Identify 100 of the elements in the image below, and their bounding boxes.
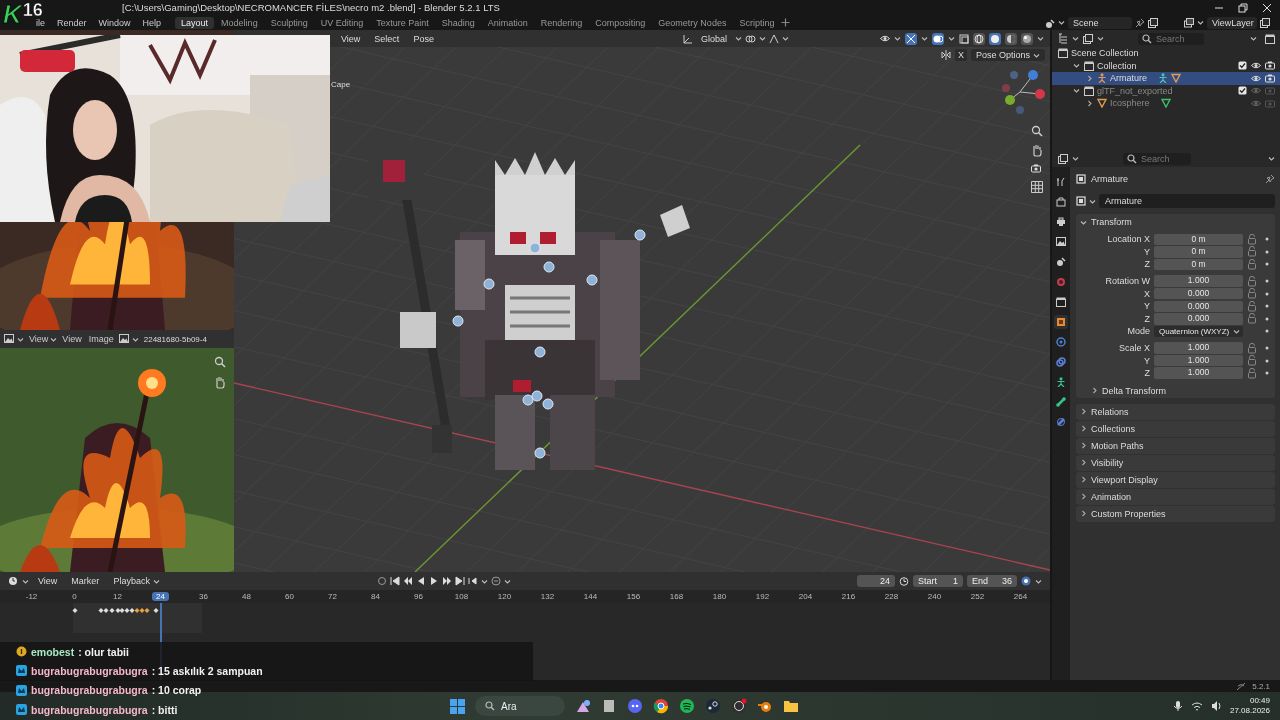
menu-item[interactable]: View [336, 33, 366, 44]
field-label: Y [1143, 355, 1150, 366]
frame-number: 72 [328, 592, 337, 601]
panel-header[interactable]: Motion Paths [1076, 437, 1275, 454]
logo-letter: K [3, 1, 22, 27]
chat-username: bugrabugrabugrabugra [31, 664, 148, 677]
number-field[interactable]: 0.000 [1154, 313, 1243, 325]
workspace-tab[interactable]: Rendering [534, 16, 589, 29]
orientation-dropdown[interactable]: Global [695, 33, 732, 44]
number-field[interactable]: 1.000 [1154, 342, 1243, 354]
search-field[interactable]: Ara [475, 696, 565, 716]
frame-number: 60 [285, 592, 294, 601]
number-field[interactable]: 0 m [1154, 233, 1243, 246]
mode-dropdown[interactable]: Quaternion (WXYZ) [1154, 325, 1243, 338]
field-label: Scale X [1117, 343, 1150, 354]
search-field[interactable]: Search [1138, 32, 1204, 45]
field-label: Start [918, 576, 937, 586]
menu-item[interactable]: View [60, 334, 84, 344]
end-field[interactable]: End 36 [967, 575, 1017, 587]
field-label: Y [1143, 301, 1150, 312]
view-dropdown[interactable]: View [27, 334, 51, 344]
frame-number: 180 [712, 592, 727, 601]
frame-number: 108 [454, 592, 469, 601]
field-label: End [972, 576, 988, 586]
tree-item[interactable]: Icosphere [1110, 98, 1150, 109]
clock-time: 00:49 [1249, 696, 1270, 706]
frame-number: 264 [1013, 592, 1028, 601]
workspace-tab[interactable]: Texture Paint [370, 16, 435, 29]
panel-header[interactable]: Custom Properties [1076, 505, 1275, 522]
menu-item[interactable]: Help [136, 17, 168, 28]
panel-header[interactable]: Relations [1076, 403, 1275, 420]
field-label: Location X [1106, 234, 1150, 245]
menu-item[interactable]: Render [51, 17, 93, 28]
tree-item[interactable]: Scene Collection [1071, 48, 1139, 59]
chat-username: bugrabugrabugrabugra [31, 684, 148, 697]
number-field[interactable]: 0 m [1154, 258, 1243, 271]
frame-number: 156 [626, 592, 641, 601]
menu-item[interactable]: Select [369, 33, 405, 44]
image-name[interactable]: 22481680-5b09-4 [143, 334, 207, 344]
menu-item[interactable]: ile [30, 17, 51, 28]
view-layer-field[interactable]: ViewLayer [1207, 16, 1257, 29]
menu-item[interactable]: Marker [66, 576, 105, 586]
workspace-tab[interactable]: Sculpting [264, 16, 314, 29]
frame-number: 96 [414, 592, 423, 601]
frame-number: 192 [755, 592, 770, 601]
field-label: Rotation W [1104, 276, 1150, 287]
number-field[interactable]: 0.000 [1154, 300, 1243, 312]
tree-item[interactable]: glTF_not_exported [1097, 85, 1173, 96]
number-field[interactable]: 0 m [1154, 246, 1243, 258]
field-label: Z [1143, 368, 1150, 379]
panel-header[interactable]: Visibility [1076, 454, 1275, 471]
menu-item[interactable]: View [33, 576, 63, 586]
frame-number: 228 [884, 592, 899, 601]
frame-number: 12 [113, 592, 122, 601]
field-label: Z [1143, 259, 1150, 270]
playback-dropdown[interactable]: Playback [108, 576, 165, 586]
object-label: Cape [331, 80, 351, 89]
frame-field[interactable]: 24 [857, 575, 895, 587]
field-value: 1 [953, 576, 958, 586]
current-frame-marker[interactable]: 24 [152, 592, 169, 601]
tree-item[interactable]: Collection [1097, 60, 1137, 71]
menu-item[interactable]: Pose [408, 33, 439, 44]
start-field[interactable]: Start 1 [913, 575, 963, 587]
workspace-tab[interactable]: UV Editing [314, 16, 370, 29]
workspace-tab[interactable]: Scripting [733, 16, 781, 29]
number-field[interactable]: 1.000 [1154, 367, 1243, 379]
number-field[interactable]: 1.000 [1154, 354, 1243, 367]
menu-item[interactable]: Window [92, 17, 137, 28]
frame-number: 120 [497, 592, 512, 601]
menu-item[interactable]: Image [86, 334, 116, 344]
window-title: [C:\Users\Gaming\Desktop\NECROMANCER FİLES\necro m2 .blend] - Blender 5.2.1 LTS [122, 2, 500, 13]
workspace-tab[interactable]: Compositing [589, 16, 652, 29]
panel-header[interactable]: Viewport Display [1076, 471, 1275, 488]
panel-header[interactable]: Collections [1076, 420, 1275, 437]
workspace-tab[interactable]: Shading [435, 16, 481, 29]
name-field[interactable]: Armature [1099, 194, 1275, 208]
chat-username: emobest [31, 645, 75, 658]
frame-number: 216 [841, 592, 856, 601]
version-label: 5.2.1 [1252, 681, 1270, 691]
workspace-tab[interactable]: Modeling [215, 16, 264, 29]
search-field[interactable]: Search [1123, 152, 1191, 165]
object-name: Armature [1091, 173, 1128, 184]
workspace-tab[interactable]: Animation [481, 16, 534, 29]
axis-toggle[interactable]: X [954, 49, 967, 61]
selected-row[interactable]: Armature [1052, 72, 1280, 85]
frame-number: 36 [199, 592, 208, 601]
subpanel-header[interactable]: Delta Transform [1076, 383, 1275, 398]
field-label: Mode [1126, 326, 1150, 337]
chat-text: : olur tabii [78, 645, 129, 658]
workspace-tab[interactable]: Layout [175, 16, 215, 29]
scene-field[interactable]: Scene [1068, 16, 1132, 29]
pose-options-dropdown[interactable]: Pose Options [970, 49, 1045, 61]
number-field[interactable]: 1.000 [1154, 275, 1243, 287]
number-field[interactable]: 0.000 [1154, 287, 1243, 300]
frame-number: 132 [540, 592, 555, 601]
panel-header[interactable]: Transform [1076, 214, 1275, 230]
workspace-tab[interactable]: Geometry Nodes [652, 16, 733, 29]
chat-text: : 15 askılık 2 sampuan [151, 664, 263, 677]
frame-number: 0 [72, 592, 77, 601]
panel-header[interactable]: Animation [1076, 488, 1275, 505]
